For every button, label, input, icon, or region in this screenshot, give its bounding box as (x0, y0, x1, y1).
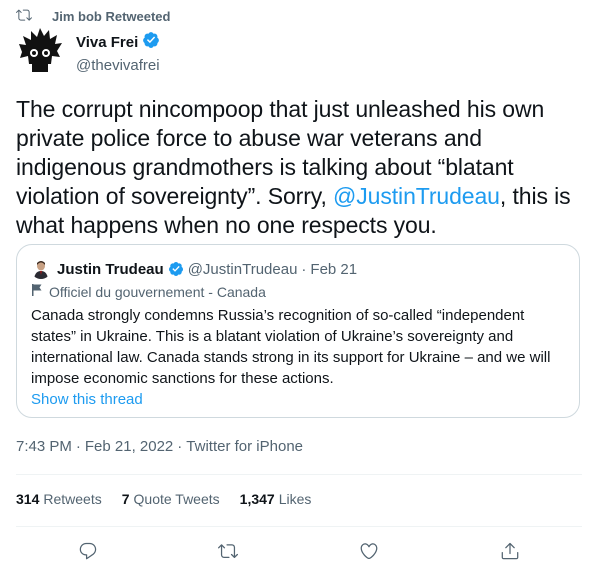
verified-badge-icon (168, 261, 184, 277)
reply-button[interactable] (73, 538, 103, 568)
author-name[interactable]: Viva Frei (76, 34, 138, 51)
author-handle[interactable]: @thevivafrei (76, 57, 160, 74)
mention-link[interactable]: @JustinTrudeau (333, 183, 500, 209)
government-label-text: Officiel du gouvernement - Canada (49, 283, 266, 300)
author-block: Viva Frei @thevivafrei (76, 31, 160, 74)
tweet-time[interactable]: 7:43 PM (16, 438, 72, 455)
verified-badge-icon (138, 31, 160, 53)
likes-count: 1,347 (239, 491, 275, 507)
retweet-label[interactable]: Jim bob Retweeted (52, 9, 170, 24)
retweets-label: Retweets (43, 491, 102, 507)
retweet-icon (16, 7, 42, 26)
tweet-date[interactable]: Feb 21, 2022 (85, 438, 173, 455)
reply-icon (78, 541, 98, 566)
quoted-tweet-header: Justin Trudeau @JustinTrudeau · Feb 21 (31, 259, 357, 279)
government-label[interactable]: Officiel du gouvernement - Canada (31, 283, 266, 300)
quoted-tweet-text: Canada strongly condemns Russia’s recogn… (31, 307, 551, 387)
retweet-button[interactable] (213, 538, 243, 568)
retweet-indicator: Jim bob Retweeted (16, 6, 170, 26)
divider (16, 526, 582, 527)
like-button[interactable] (354, 538, 384, 568)
quote-tweets-count: 7 (121, 491, 130, 507)
likes-stat[interactable]: 1,347 Likes (240, 491, 312, 507)
quoted-date[interactable]: Feb 21 (310, 261, 357, 278)
action-bar (0, 538, 598, 568)
divider (16, 474, 582, 475)
flag-icon (31, 283, 49, 300)
retweets-stat[interactable]: 314 Retweets (16, 491, 102, 507)
share-button[interactable] (495, 538, 525, 568)
author-name-row[interactable]: Viva Frei (76, 31, 160, 53)
avatar[interactable] (16, 26, 64, 74)
retweets-count: 314 (16, 491, 40, 507)
like-icon (359, 541, 379, 566)
likes-label: Likes (278, 491, 312, 507)
quote-tweets-label: Quote Tweets (133, 491, 220, 507)
quoted-avatar[interactable] (31, 259, 51, 279)
separator-dot: · (177, 438, 183, 455)
tweet-stats: 314 Retweets 7 Quote Tweets 1,347 Likes (16, 491, 331, 507)
tweet-text: The corrupt nincompoop that just unleash… (16, 95, 582, 240)
share-icon (500, 541, 520, 566)
quoted-author-name[interactable]: Justin Trudeau (57, 261, 164, 278)
tweet-meta: 7:43 PM · Feb 21, 2022 · Twitter for iPh… (16, 438, 303, 455)
quoted-tweet[interactable]: Justin Trudeau @JustinTrudeau · Feb 21 O… (16, 244, 580, 418)
quoted-author-handle[interactable]: @JustinTrudeau (188, 261, 298, 278)
show-thread-link[interactable]: Show this thread (31, 391, 143, 408)
retweet-icon (218, 541, 238, 566)
quote-tweets-stat[interactable]: 7 Quote Tweets (122, 491, 220, 507)
separator-dot: · (301, 260, 307, 278)
separator-dot: · (75, 438, 81, 455)
tweet-source[interactable]: Twitter for iPhone (186, 438, 303, 455)
